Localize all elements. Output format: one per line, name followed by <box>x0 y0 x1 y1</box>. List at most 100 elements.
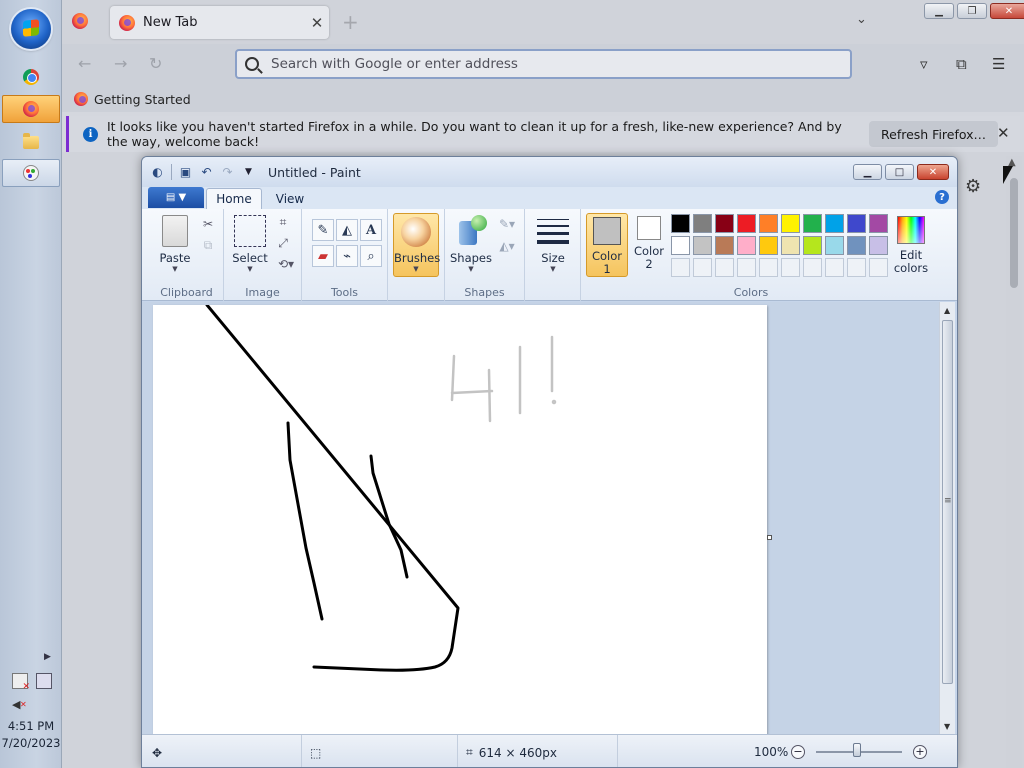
pencil-icon[interactable]: ✎ <box>312 219 334 241</box>
palette-custom-slot[interactable] <box>781 258 800 277</box>
palette-color-swatch[interactable] <box>781 236 800 255</box>
crop-icon[interactable]: ⌗ <box>274 213 292 231</box>
taskbar-item-firefox[interactable] <box>2 95 60 123</box>
outline-icon[interactable]: ✎▾ <box>495 215 519 233</box>
restore-button[interactable]: ❐ <box>957 3 987 19</box>
tab-close-icon[interactable]: ✕ <box>305 14 329 32</box>
show-hidden-icons-icon[interactable]: ▶ <box>44 652 51 662</box>
clock-date[interactable]: 7/20/2023 <box>0 736 62 750</box>
palette-color-swatch[interactable] <box>781 214 800 233</box>
palette-color-swatch[interactable] <box>715 236 734 255</box>
pocket-icon[interactable]: ▿ <box>920 55 928 73</box>
palette-color-swatch[interactable] <box>759 214 778 233</box>
customize-toolbar-chevron-icon[interactable]: ▼ <box>241 165 256 180</box>
palette-custom-slot[interactable] <box>715 258 734 277</box>
tab-view[interactable]: View <box>268 188 312 209</box>
palette-custom-slot[interactable] <box>737 258 756 277</box>
palette-custom-slot[interactable] <box>825 258 844 277</box>
color-2-button[interactable]: Color 2 <box>631 216 667 271</box>
volume-muted-icon[interactable] <box>12 697 28 713</box>
url-bar[interactable] <box>235 49 852 79</box>
palette-color-swatch[interactable] <box>825 236 844 255</box>
refresh-firefox-button[interactable]: Refresh Firefox… <box>869 121 999 147</box>
minimize-button[interactable]: ▁ <box>924 3 954 19</box>
new-tab-plus-icon[interactable]: + <box>342 10 359 34</box>
palette-color-swatch[interactable] <box>847 236 866 255</box>
palette-custom-slot[interactable] <box>803 258 822 277</box>
palette-color-swatch[interactable] <box>869 236 888 255</box>
canvas-resize-handle[interactable] <box>767 535 772 540</box>
palette-custom-slot[interactable] <box>759 258 778 277</box>
edit-colors-button[interactable]: Edit colors <box>891 216 931 275</box>
palette-color-swatch[interactable] <box>825 214 844 233</box>
clock-time[interactable]: 4:51 PM <box>0 719 62 733</box>
undo-icon[interactable]: ↶ <box>199 165 214 180</box>
select-button[interactable]: Select ▼ <box>232 215 268 273</box>
palette-color-swatch[interactable] <box>671 214 690 233</box>
gear-icon[interactable]: ⚙ <box>965 176 981 197</box>
palette-color-swatch[interactable] <box>737 236 756 255</box>
scrollbar-thumb[interactable] <box>1010 178 1018 288</box>
text-tool-icon[interactable]: A <box>360 219 382 241</box>
paint-title-bar[interactable]: ◐ ▣ ↶ ↷ ▼ Untitled - Paint ▁ □ ✕ <box>142 157 957 187</box>
redo-icon[interactable]: ↷ <box>220 165 235 180</box>
palette-color-swatch[interactable] <box>803 214 822 233</box>
taskbar-item-paint[interactable] <box>2 159 60 187</box>
palette-color-swatch[interactable] <box>671 236 690 255</box>
page-scrollbar[interactable]: ▲ <box>1006 156 1022 768</box>
eraser-icon[interactable]: ▰ <box>312 245 334 267</box>
taskbar-item-file-explorer[interactable] <box>2 128 60 156</box>
maximize-button[interactable]: □ <box>885 164 914 180</box>
palette-color-swatch[interactable] <box>737 214 756 233</box>
drawing-canvas[interactable] <box>153 303 767 734</box>
extensions-puzzle-icon[interactable]: ⧉ <box>956 55 967 73</box>
magnifier-icon[interactable]: ⌕ <box>360 245 382 267</box>
fill-icon[interactable]: ◭▾ <box>495 237 519 255</box>
hamburger-menu-icon[interactable]: ☰ <box>992 55 1005 73</box>
palette-color-swatch[interactable] <box>803 236 822 255</box>
save-icon[interactable]: ▣ <box>178 165 193 180</box>
back-arrow-icon[interactable]: ← <box>78 54 91 73</box>
close-button[interactable]: ✕ <box>990 3 1024 19</box>
zoom-in-icon[interactable]: + <box>913 745 927 759</box>
close-icon[interactable]: ✕ <box>997 124 1010 142</box>
color-picker-icon[interactable]: ⌁ <box>336 245 358 267</box>
palette-custom-slot[interactable] <box>869 258 888 277</box>
palette-color-swatch[interactable] <box>847 214 866 233</box>
help-icon[interactable]: ? <box>935 190 949 204</box>
action-center-flag-icon[interactable] <box>12 673 30 692</box>
tab-home[interactable]: Home <box>206 188 262 209</box>
cut-scissors-icon[interactable]: ✂ <box>199 215 217 233</box>
file-menu-button[interactable]: ▤ ▼ <box>148 187 204 208</box>
firefox-view-button[interactable] <box>71 12 89 30</box>
scroll-up-arrow-icon[interactable]: ▲ <box>944 306 950 315</box>
fill-bucket-icon[interactable]: ◭ <box>336 219 358 241</box>
network-icon[interactable] <box>36 673 52 689</box>
brushes-button[interactable]: Brushes ▼ <box>393 213 440 277</box>
color-1-button[interactable]: Color 1 <box>586 213 628 277</box>
reload-icon[interactable]: ↻ <box>149 54 162 73</box>
palette-color-swatch[interactable] <box>869 214 888 233</box>
search-input[interactable] <box>271 56 811 72</box>
palette-custom-slot[interactable] <box>847 258 866 277</box>
scroll-down-arrow-icon[interactable]: ▼ <box>944 722 950 731</box>
shapes-button[interactable]: Shapes ▼ <box>449 215 493 273</box>
chevron-down-icon[interactable]: ⌄ <box>856 12 867 27</box>
taskbar-item-chrome[interactable] <box>2 63 60 91</box>
palette-custom-slot[interactable] <box>693 258 712 277</box>
tab-new-tab[interactable]: New Tab ✕ <box>110 6 329 39</box>
forward-arrow-icon[interactable]: → <box>114 54 127 73</box>
resize-icon[interactable]: ⤢ <box>274 234 292 252</box>
close-button[interactable]: ✕ <box>917 164 949 180</box>
canvas-vertical-scrollbar[interactable]: ▲ ≡ ▼ <box>939 302 955 734</box>
palette-color-swatch[interactable] <box>759 236 778 255</box>
start-button[interactable] <box>11 9 51 49</box>
zoom-out-icon[interactable]: − <box>791 745 805 759</box>
palette-color-swatch[interactable] <box>693 214 712 233</box>
bookmark-getting-started[interactable]: Getting Started <box>94 92 191 107</box>
paste-button[interactable]: Paste ▼ <box>154 215 196 273</box>
palette-color-swatch[interactable] <box>715 214 734 233</box>
size-button[interactable]: Size ▼ <box>533 215 573 273</box>
rotate-icon[interactable]: ⟲▾ <box>274 255 298 273</box>
palette-color-swatch[interactable] <box>693 236 712 255</box>
